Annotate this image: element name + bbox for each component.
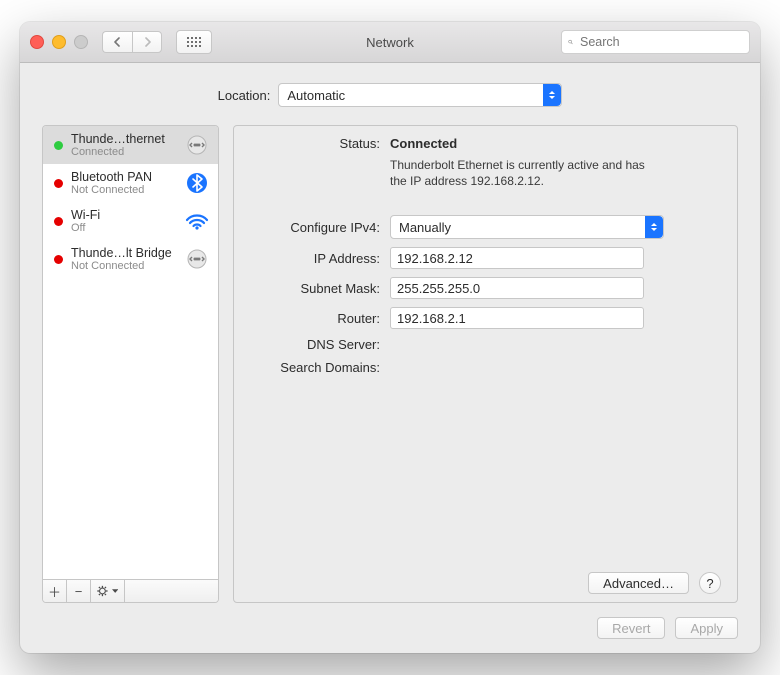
sidebar-item-thunderbolt-bridge[interactable]: Thunde…lt Bridge Not Connected — [43, 240, 218, 278]
status-dot-icon — [54, 255, 63, 264]
location-value: Automatic — [287, 88, 345, 103]
service-name: Thunde…lt Bridge — [71, 246, 178, 260]
zoom-window-button[interactable] — [74, 35, 88, 49]
status-dot-icon — [54, 217, 63, 226]
search-icon — [568, 36, 573, 48]
sidebar-item-thunderbolt-ethernet[interactable]: Thunde…thernet Connected — [43, 126, 218, 164]
wifi-icon — [182, 211, 212, 231]
status-value: Connected — [390, 136, 721, 151]
subnet-mask-field[interactable]: 255.255.255.0 — [390, 277, 644, 299]
location-row: Location: Automatic — [42, 83, 738, 107]
titlebar: Network — [20, 22, 760, 63]
router-field[interactable]: 192.168.2.1 — [390, 307, 644, 329]
nav-forward-button[interactable] — [132, 31, 162, 53]
chevron-right-icon — [143, 37, 152, 47]
updown-arrows-icon — [645, 216, 663, 238]
service-status: Not Connected — [71, 260, 178, 272]
nav-back-button[interactable] — [102, 31, 132, 53]
search-domains-label: Search Domains: — [250, 360, 380, 375]
window-title: Network — [366, 35, 414, 50]
service-status: Not Connected — [71, 184, 178, 196]
sidebar-item-bluetooth-pan[interactable]: Bluetooth PAN Not Connected — [43, 164, 218, 202]
detail-pane: Status: Connected Thunderbolt Ethernet i… — [233, 125, 738, 603]
service-status: Connected — [71, 146, 178, 158]
service-sidebar: Thunde…thernet Connected Bluetooth PAN N… — [42, 125, 219, 603]
show-all-prefs-button[interactable] — [176, 30, 212, 54]
updown-arrows-icon — [543, 84, 561, 106]
revert-button[interactable]: Revert — [597, 617, 665, 639]
minimize-window-button[interactable] — [52, 35, 66, 49]
grid-icon — [186, 36, 202, 48]
configure-ipv4-select[interactable]: Manually — [390, 215, 664, 239]
search-input[interactable] — [578, 34, 743, 50]
location-label: Location: — [218, 88, 271, 103]
service-list: Thunde…thernet Connected Bluetooth PAN N… — [43, 126, 218, 579]
network-preferences-window: Network Location: Automatic Th — [20, 22, 760, 653]
ethernet-icon — [182, 135, 212, 155]
bluetooth-icon — [182, 171, 212, 195]
service-actions-button[interactable] — [91, 580, 125, 602]
advanced-button[interactable]: Advanced… — [588, 572, 689, 594]
service-status: Off — [71, 222, 178, 234]
ip-address-field[interactable]: 192.168.2.12 — [390, 247, 644, 269]
service-name: Wi-Fi — [71, 208, 178, 222]
status-dot-icon — [54, 179, 63, 188]
gear-icon — [97, 584, 110, 598]
close-window-button[interactable] — [30, 35, 44, 49]
add-service-button[interactable]: ＋ — [43, 580, 67, 602]
service-name: Bluetooth PAN — [71, 170, 178, 184]
status-description: Thunderbolt Ethernet is currently active… — [390, 157, 650, 189]
nav-back-forward — [102, 31, 162, 53]
window-controls — [30, 35, 88, 49]
configure-ipv4-value: Manually — [399, 220, 451, 235]
router-label: Router: — [250, 311, 380, 326]
status-label: Status: — [250, 136, 380, 151]
location-select[interactable]: Automatic — [278, 83, 562, 107]
remove-service-button[interactable]: − — [67, 580, 91, 602]
dns-server-label: DNS Server: — [250, 337, 380, 352]
status-dot-icon — [54, 141, 63, 150]
sidebar-item-wifi[interactable]: Wi-Fi Off — [43, 202, 218, 240]
apply-button[interactable]: Apply — [675, 617, 738, 639]
search-field[interactable] — [561, 30, 750, 54]
chevron-left-icon — [113, 37, 122, 47]
chevron-down-icon — [112, 589, 118, 594]
ip-address-label: IP Address: — [250, 251, 380, 266]
subnet-mask-label: Subnet Mask: — [250, 281, 380, 296]
help-button[interactable]: ? — [699, 572, 721, 594]
service-name: Thunde…thernet — [71, 132, 178, 146]
ethernet-icon — [182, 249, 212, 269]
configure-ipv4-label: Configure IPv4: — [250, 220, 380, 235]
